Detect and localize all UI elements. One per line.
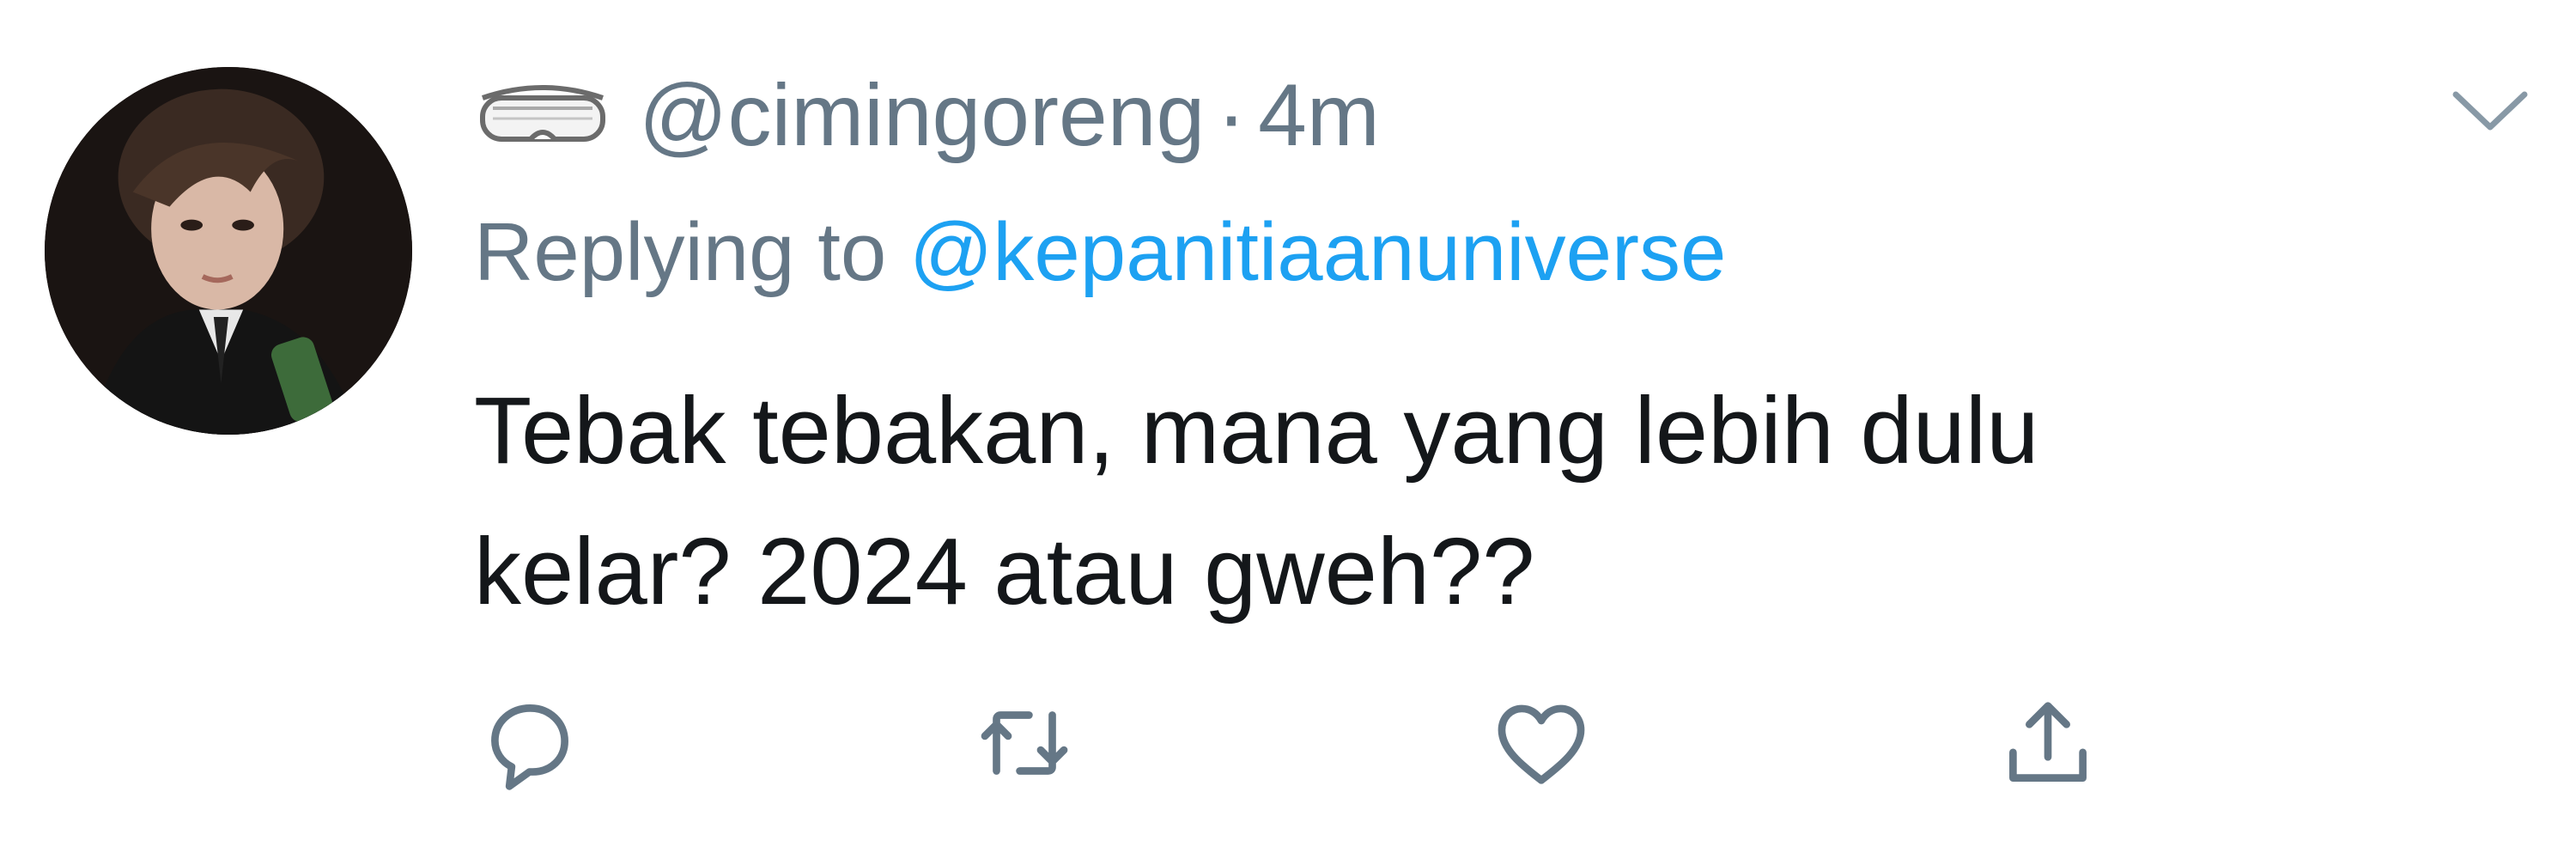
separator-dot: ·	[1217, 66, 1247, 164]
avatar-photo	[45, 67, 412, 435]
tweet-card[interactable]: @cimingoreng · 4m Replying to @kepanitia…	[0, 0, 2576, 859]
timestamp[interactable]: 4m	[1258, 64, 1380, 167]
reply-mention-link[interactable]: @kepanitiaanuniverse	[909, 206, 1726, 298]
retweet-icon[interactable]	[969, 687, 1080, 799]
replying-prefix: Replying to	[474, 206, 887, 298]
goggles-emoji-icon	[474, 74, 611, 156]
action-bar	[0, 687, 2576, 807]
avatar[interactable]	[45, 67, 412, 435]
chevron-down-icon[interactable]	[2447, 86, 2533, 137]
tweet-text-line: kelar? 2024 atau gweh??	[474, 519, 1535, 624]
tweet-header: @cimingoreng · 4m	[474, 64, 1380, 167]
tweet-text-line: Tebak tebakan, mana yang lebih dulu	[474, 378, 2039, 484]
share-icon[interactable]	[1992, 687, 2104, 799]
user-handle[interactable]: @cimingoreng	[639, 64, 1205, 167]
tweet-text: Tebak tebakan, mana yang lebih dulu kela…	[474, 361, 2363, 643]
reply-icon[interactable]	[474, 687, 586, 799]
replying-to: Replying to @kepanitiaanuniverse	[474, 201, 1726, 304]
heart-icon[interactable]	[1485, 687, 1597, 799]
